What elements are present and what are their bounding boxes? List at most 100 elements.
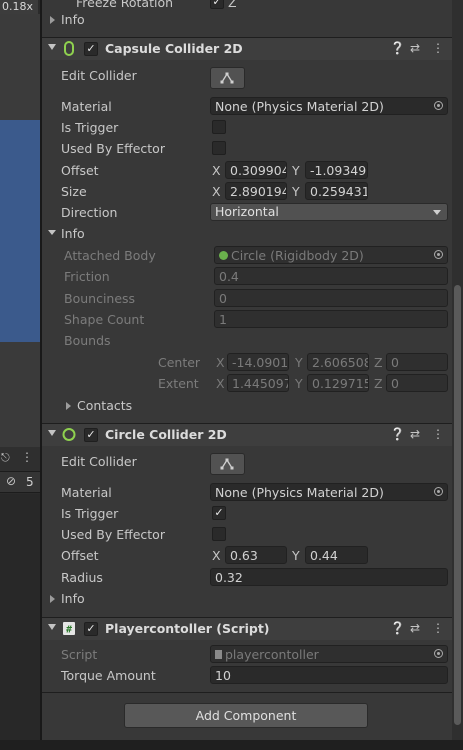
capsule-collider-header[interactable]: ✓ Capsule Collider 2D ❔ ⇄ ⋮ (42, 37, 452, 60)
circle-used-by-effector-row: Used By Effector (42, 524, 452, 545)
circle-radius-row: Radius 0.32 (42, 567, 452, 588)
preset-icon[interactable]: ⇄ (410, 41, 420, 55)
circle-info-foldout[interactable]: Info (42, 588, 452, 609)
capsule-material-field[interactable]: None (Physics Material 2D) (210, 97, 448, 115)
capsule-edit-collider-button[interactable] (210, 67, 245, 89)
object-picker-icon[interactable] (434, 649, 443, 658)
script-field[interactable]: playercontoller (210, 645, 448, 663)
size-y-axis-label[interactable]: Y (292, 184, 300, 199)
edit-shape-icon (220, 458, 234, 470)
script-component-header[interactable]: # ✓ Playercontoller (Script) ❔ ⇄ ⋮ (42, 617, 452, 640)
script-file-icon: # (63, 622, 75, 636)
torque-amount-input[interactable]: 10 (210, 666, 448, 684)
capsule-enabled-checkbox[interactable]: ✓ (84, 42, 98, 56)
friction-value: 0.4 (214, 267, 448, 285)
used-by-effector-label: Used By Effector (61, 141, 165, 156)
circle-is-trigger-checkbox[interactable]: ✓ (212, 506, 226, 520)
center-z-axis-label: Z (374, 355, 383, 370)
capsule-is-trigger-checkbox[interactable] (212, 120, 226, 134)
edit-collider-label: Edit Collider (61, 68, 137, 83)
object-picker-icon[interactable] (434, 250, 443, 259)
chevron-down-icon[interactable] (48, 624, 56, 630)
capsule-offset-row: Offset X 0.309904 Y -1.09349 (42, 160, 452, 181)
circle-collider-header[interactable]: ✓ Circle Collider 2D ❔ ⇄ ⋮ (42, 423, 452, 446)
scene-view-strip[interactable]: 0.18x ⎋ ⋮ ⊘ 5 (0, 0, 40, 750)
scrollbar-thumb[interactable] (454, 285, 461, 725)
script-enabled-checkbox[interactable]: ✓ (84, 622, 98, 636)
material-value: None (Physics Material 2D) (215, 485, 384, 500)
preset-icon[interactable]: ⇄ (410, 427, 420, 441)
capsule-size-x-input[interactable]: 2.890194 (225, 182, 287, 200)
help-icon[interactable]: ❔ (390, 427, 405, 441)
capsule-used-by-effector-checkbox[interactable] (212, 141, 226, 155)
contacts-foldout[interactable]: Contacts (42, 395, 452, 416)
context-menu-icon[interactable]: ⋮ (432, 621, 444, 635)
edit-collider-label: Edit Collider (61, 454, 137, 469)
material-value: None (Physics Material 2D) (215, 99, 384, 114)
capsule-collider-icon (64, 41, 74, 56)
rigidbody-info-foldout[interactable]: Info (42, 9, 452, 30)
context-menu-icon[interactable]: ⋮ (432, 427, 444, 441)
visibility-bar: ⊘ 5 (0, 472, 40, 493)
preset-icon[interactable]: ⇄ (410, 621, 420, 635)
circle-radius-input[interactable]: 0.32 (210, 568, 448, 586)
center-x-value: -14.0901 (227, 353, 289, 371)
circle-offset-x-input[interactable]: 0.63 (225, 546, 287, 564)
circle-edit-collider-row: Edit Collider (42, 453, 452, 477)
size-x-axis-label[interactable]: X (212, 184, 221, 199)
circle-enabled-checkbox[interactable]: ✓ (84, 428, 98, 442)
chevron-down-icon[interactable] (48, 44, 56, 50)
bounciness-label: Bounciness (64, 291, 136, 306)
edit-shape-icon (220, 72, 234, 84)
bounciness-row: Bounciness 0 (42, 288, 452, 309)
capsule-direction-row: Direction Horizontal (42, 202, 452, 223)
help-icon[interactable]: ❔ (390, 41, 405, 55)
circle-used-by-effector-checkbox[interactable] (212, 527, 226, 541)
menu-dots-icon[interactable]: ⋮ (21, 450, 33, 464)
capsule-offset-y-input[interactable]: -1.09349 (305, 161, 368, 179)
capsule-size-row: Size X 2.890194 Y 0.259431 (42, 181, 452, 202)
info-label: Info (61, 12, 85, 27)
circle-offset-y-input[interactable]: 0.44 (305, 546, 368, 564)
add-component-button[interactable]: Add Component (124, 703, 368, 728)
object-picker-icon[interactable] (434, 101, 443, 110)
offset-y-axis-label[interactable]: Y (292, 163, 300, 178)
info-label: Info (61, 226, 85, 241)
center-x-axis-label: X (216, 355, 225, 370)
bounds-center-row: Center X -14.0901 Y 2.606508 Z 0 (42, 352, 452, 373)
circle-edit-collider-button[interactable] (210, 453, 245, 475)
offset-label: Offset (61, 548, 99, 563)
offset-x-axis-label[interactable]: X (212, 163, 221, 178)
svg-text:#: # (66, 625, 72, 636)
object-picker-icon[interactable] (434, 487, 443, 496)
extent-z-value: 0 (386, 374, 448, 392)
capsule-edit-collider-row: Edit Collider (42, 67, 452, 91)
offset-y-axis-label[interactable]: Y (292, 548, 300, 563)
capsule-direction-dropdown[interactable]: Horizontal (210, 203, 448, 221)
size-label: Size (61, 184, 87, 199)
circle-is-trigger-row: Is Trigger ✓ (42, 503, 452, 524)
bounciness-value: 0 (214, 289, 448, 307)
offset-x-axis-label[interactable]: X (212, 548, 221, 563)
bounds-label: Bounds (64, 333, 111, 348)
chevron-right-icon (50, 595, 55, 603)
script-asset-icon (215, 650, 222, 659)
capsule-info-foldout[interactable]: Info (42, 223, 452, 244)
freeze-z-checkbox[interactable]: ✓ (210, 0, 224, 9)
capsule-offset-x-input[interactable]: 0.309904 (225, 161, 287, 179)
circle-collider-icon (62, 428, 76, 441)
hidden-eye-icon[interactable]: ⊘ (6, 474, 16, 488)
context-menu-icon[interactable]: ⋮ (432, 41, 444, 55)
shape-count-row: Shape Count 1 (42, 309, 452, 330)
hierarchy-toolbar: ⎋ ⋮ (0, 447, 40, 472)
zoom-readout: 0.18x (0, 0, 38, 14)
used-by-effector-label: Used By Effector (61, 527, 165, 542)
circle-material-field[interactable]: None (Physics Material 2D) (210, 483, 448, 501)
help-icon[interactable]: ❔ (390, 621, 405, 635)
capsule-size-y-input[interactable]: 0.259431 (305, 182, 368, 200)
chevron-down-icon[interactable] (48, 430, 56, 436)
lock-icon[interactable]: ⎋ (1, 451, 10, 465)
scene-lower-area (0, 342, 40, 447)
center-y-value: 2.606508 (307, 353, 369, 371)
attached-body-field[interactable]: Circle (Rigidbody 2D) (214, 246, 448, 264)
